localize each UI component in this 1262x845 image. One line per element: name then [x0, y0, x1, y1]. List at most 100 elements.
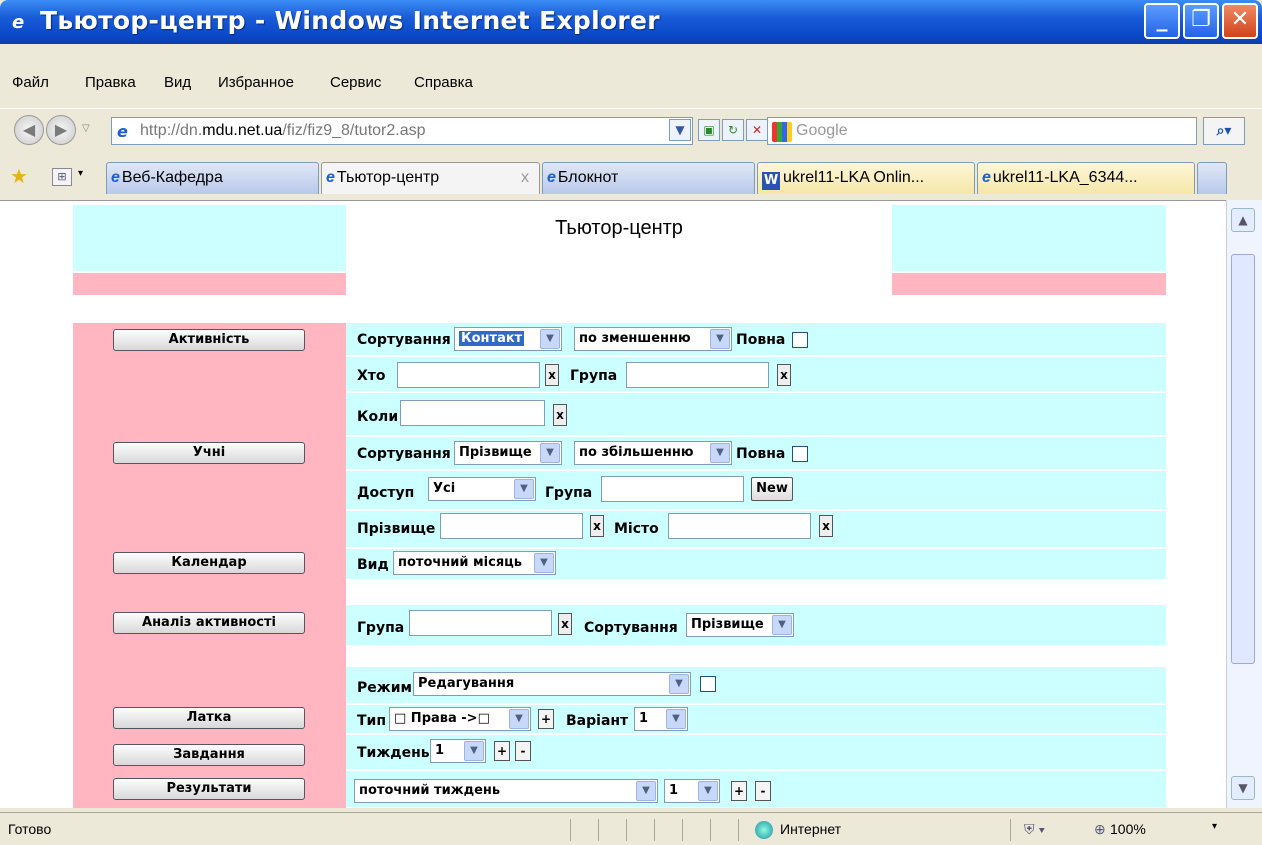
- back-icon[interactable]: ◀: [14, 115, 44, 145]
- ie-tab-icon: e: [547, 169, 556, 186]
- zoom-icon[interactable]: ⊕: [1094, 821, 1106, 838]
- activity-sort-select[interactable]: Контакт ▼: [454, 327, 562, 351]
- address-bar: ◀ ▶ ▽ e http://dn.mdu.net.ua/fiz/fiz9_8/…: [0, 108, 1262, 150]
- refresh-icon[interactable]: ↻: [722, 119, 744, 141]
- surname-label: Прізвище: [357, 521, 436, 537]
- new-tab-button[interactable]: [1197, 162, 1227, 194]
- menu-favorites[interactable]: Избранное: [218, 74, 294, 91]
- history-dropdown-icon[interactable]: ▽: [82, 123, 90, 134]
- menu-edit[interactable]: Правка: [85, 74, 136, 91]
- tab-ukrel-file[interactable]: e ukrel11-LKA_6344...: [977, 162, 1195, 194]
- variant-select[interactable]: 1 ▼: [634, 707, 688, 731]
- tasks-button[interactable]: Завдання: [113, 744, 305, 766]
- status-divider: [1010, 819, 1011, 841]
- scroll-up-icon[interactable]: ▲: [1231, 208, 1255, 232]
- scroll-thumb[interactable]: [1231, 254, 1255, 664]
- protected-mode-icon[interactable]: ⛨ ▾: [1024, 821, 1045, 838]
- search-input[interactable]: Google: [767, 117, 1197, 145]
- period-select[interactable]: поточний тиждень ▼: [354, 779, 658, 803]
- who-clear-button[interactable]: x: [545, 364, 559, 386]
- results-minus-button[interactable]: -: [755, 781, 771, 801]
- search-icon[interactable]: ⌕▾: [1203, 117, 1245, 145]
- analysis-sort-label: Сортування: [584, 620, 678, 636]
- chevron-down-icon: ▼: [540, 329, 560, 349]
- city-clear-button[interactable]: x: [819, 515, 833, 537]
- type-select[interactable]: □ Права ->□ ▼: [389, 707, 531, 731]
- mode-value: Редагування: [418, 676, 515, 691]
- results-num-select[interactable]: 1 ▼: [664, 779, 720, 803]
- week-select[interactable]: 1 ▼: [430, 739, 486, 763]
- menu-help[interactable]: Справка: [414, 74, 473, 91]
- quick-tabs-icon[interactable]: ⊞: [52, 168, 72, 186]
- surname-clear-button[interactable]: x: [590, 515, 604, 537]
- students-sort-label: Сортування: [357, 446, 451, 462]
- address-input[interactable]: e http://dn.mdu.net.ua/fiz/fiz9_8/tutor2…: [111, 117, 693, 145]
- analysis-group-input[interactable]: [409, 610, 552, 636]
- patch-button[interactable]: Латка: [113, 707, 305, 729]
- ie-tab-icon: e: [111, 169, 120, 186]
- access-select[interactable]: Усі ▼: [428, 477, 536, 501]
- students-button[interactable]: Учні: [113, 442, 305, 464]
- view-select[interactable]: поточний місяць ▼: [393, 551, 556, 575]
- activity-full-checkbox[interactable]: [792, 332, 808, 348]
- activity-order-select[interactable]: по зменшенню ▼: [574, 327, 732, 351]
- zoom-level[interactable]: 100%: [1110, 821, 1146, 837]
- activity-sort-value: Контакт: [459, 331, 525, 346]
- address-dropdown-icon[interactable]: ▼: [669, 119, 691, 141]
- mode-checkbox[interactable]: [700, 676, 716, 692]
- minimize-button[interactable]: _: [1144, 3, 1180, 39]
- when-clear-button[interactable]: x: [553, 404, 567, 426]
- week-plus-button[interactable]: +: [494, 741, 510, 761]
- week-label: Тиждень: [357, 745, 430, 761]
- forward-icon[interactable]: ▶: [46, 115, 76, 145]
- tab-close-icon[interactable]: x: [521, 163, 529, 193]
- url-text: http://dn.mdu.net.ua/fiz/fiz9_8/tutor2.a…: [140, 122, 426, 139]
- compatibility-icon[interactable]: ▣: [698, 119, 720, 141]
- city-input[interactable]: [668, 513, 811, 539]
- ie-icon: e: [12, 12, 25, 33]
- results-button[interactable]: Результати: [113, 778, 305, 800]
- zone-text: Интернет: [780, 821, 842, 837]
- chevron-down-icon: ▼: [514, 479, 534, 499]
- menu-tools[interactable]: Сервис: [330, 74, 381, 91]
- mode-select[interactable]: Редагування ▼: [413, 672, 691, 696]
- header-right-block: [892, 205, 1166, 271]
- results-plus-button[interactable]: +: [731, 781, 747, 801]
- calendar-button[interactable]: Календар: [113, 552, 305, 574]
- status-divider: [738, 819, 739, 841]
- maximize-button[interactable]: ❐: [1183, 3, 1219, 39]
- close-button[interactable]: ✕: [1222, 3, 1258, 39]
- vertical-scrollbar[interactable]: ▲ ▼: [1226, 200, 1262, 808]
- week-minus-button[interactable]: -: [515, 741, 531, 761]
- menu-view[interactable]: Вид: [164, 74, 191, 91]
- analysis-group-clear-button[interactable]: x: [558, 613, 572, 635]
- tab-ukrel-online[interactable]: Wukrel11-LKA Onlin...: [757, 162, 975, 194]
- students-group-input[interactable]: [601, 476, 744, 502]
- activity-button[interactable]: Активність: [113, 329, 305, 351]
- menu-file[interactable]: Файл: [12, 74, 49, 91]
- students-full-checkbox[interactable]: [792, 446, 808, 462]
- zoom-dropdown-icon[interactable]: ▾: [1212, 821, 1217, 832]
- who-input[interactable]: [397, 362, 540, 388]
- surname-input[interactable]: [440, 513, 583, 539]
- students-sort-select[interactable]: Прізвище ▼: [454, 441, 562, 465]
- tab-tutor-center[interactable]: e Тьютор-центр x: [321, 162, 540, 194]
- stop-icon[interactable]: ✕: [746, 119, 768, 141]
- tab-notepad[interactable]: e Блокнот: [542, 162, 755, 194]
- status-divider: [654, 819, 655, 841]
- type-plus-button[interactable]: +: [538, 709, 554, 729]
- students-order-select[interactable]: по збільшенню ▼: [574, 441, 732, 465]
- variant-label: Варіант: [566, 713, 629, 729]
- activity-group-clear-button[interactable]: x: [777, 364, 791, 386]
- favorites-star-icon[interactable]: ★: [10, 164, 28, 188]
- when-input[interactable]: [400, 400, 545, 426]
- search-provider-icon: [772, 122, 792, 142]
- tab-list-icon[interactable]: ▾: [78, 168, 83, 179]
- chevron-down-icon: ▼: [669, 674, 689, 694]
- new-group-button[interactable]: New: [751, 477, 793, 501]
- tab-web-kafedra[interactable]: e Веб-Кафедра: [106, 162, 319, 194]
- analysis-button[interactable]: Аналіз активності: [113, 612, 305, 634]
- analysis-sort-select[interactable]: Прізвище ▼: [686, 613, 794, 637]
- scroll-down-icon[interactable]: ▼: [1231, 776, 1255, 800]
- activity-group-input[interactable]: [626, 362, 769, 388]
